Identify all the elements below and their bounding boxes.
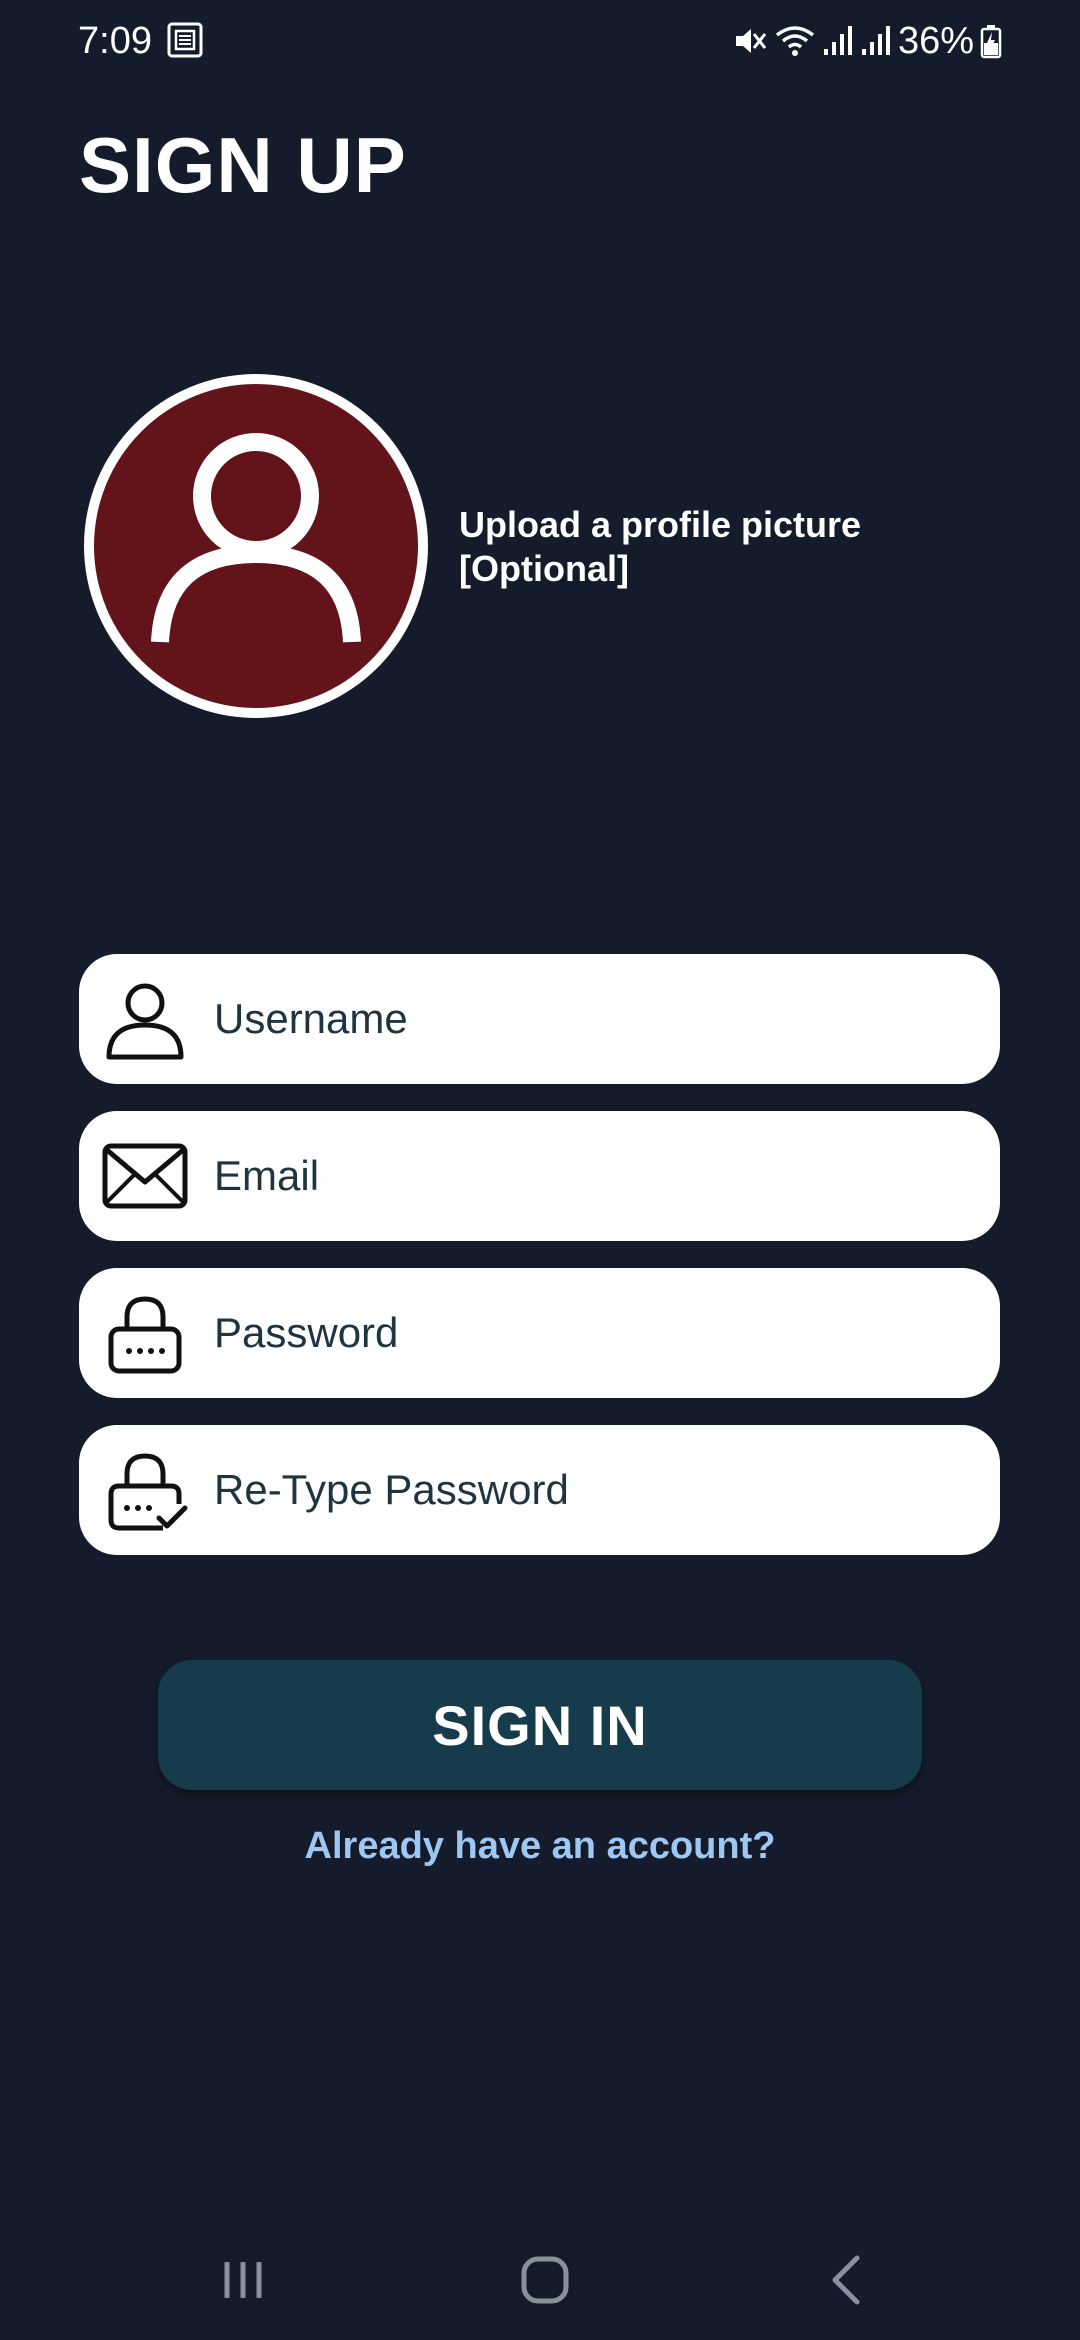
back-button[interactable] bbox=[802, 2240, 892, 2320]
signal-icon bbox=[823, 26, 852, 55]
signal-icon bbox=[861, 26, 890, 55]
lock-icon bbox=[108, 1296, 182, 1374]
home-icon bbox=[521, 2256, 569, 2304]
envelope-icon bbox=[102, 1143, 188, 1209]
user-avatar-icon bbox=[151, 433, 361, 643]
upload-label-line1: Upload a profile picture bbox=[459, 504, 862, 545]
sign-in-button[interactable]: SIGN IN bbox=[158, 1660, 922, 1790]
recent-apps-button[interactable] bbox=[198, 2240, 288, 2320]
email-input[interactable] bbox=[214, 1111, 974, 1241]
password-input[interactable] bbox=[214, 1268, 974, 1398]
status-time: 7:09 bbox=[78, 20, 152, 62]
battery-percentage: 36% bbox=[897, 20, 974, 62]
avatar bbox=[94, 384, 418, 708]
mute-icon bbox=[735, 29, 767, 53]
retype-password-field[interactable] bbox=[79, 1425, 1000, 1555]
status-bar: 7:09 36% bbox=[0, 0, 1080, 84]
home-button[interactable] bbox=[500, 2240, 590, 2320]
username-field[interactable] bbox=[79, 954, 1000, 1084]
retype-password-input[interactable] bbox=[214, 1425, 974, 1555]
username-input[interactable] bbox=[214, 954, 974, 1084]
avatar-upload-button[interactable] bbox=[84, 374, 428, 718]
email-field[interactable] bbox=[79, 1111, 1000, 1241]
user-icon bbox=[106, 983, 184, 1060]
system-nav-bar bbox=[0, 2220, 1080, 2340]
back-icon bbox=[832, 2255, 860, 2305]
page-title: SIGN UP bbox=[79, 121, 407, 209]
status-icons: 36% bbox=[732, 18, 1002, 64]
upload-label-optional: [Optional] bbox=[459, 548, 629, 589]
lock-check-icon bbox=[108, 1453, 188, 1531]
wifi-icon bbox=[775, 26, 815, 56]
password-field[interactable] bbox=[79, 1268, 1000, 1398]
recent-apps-icon bbox=[224, 2262, 262, 2298]
already-have-account-link[interactable]: Already have an account? bbox=[0, 1822, 1080, 1870]
battery-charging-icon bbox=[980, 25, 1002, 59]
upload-profile-label: Upload a profile picture [Optional] bbox=[459, 503, 879, 591]
notification-icon bbox=[167, 22, 203, 58]
